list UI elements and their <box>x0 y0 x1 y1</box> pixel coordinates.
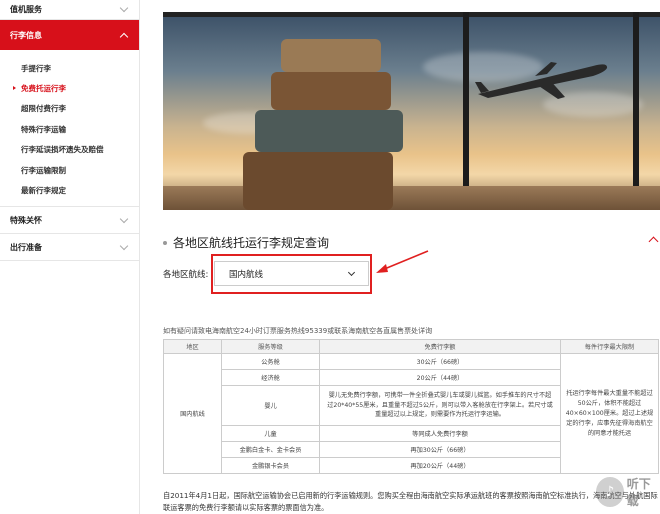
column-header: 每件行李最大限制 <box>560 339 659 354</box>
sidebar-sub-item-restrictions[interactable]: 行李运输限制 <box>0 160 139 180</box>
sidebar-item-special-care[interactable]: 特殊关怀 <box>0 207 139 234</box>
baggage-allowance-table: 地区 服务等级 免费行李额 每件行李最大限制 国内航线 公务舱 30公斤（66磅… <box>163 339 659 474</box>
airplane-illustration <box>475 62 608 99</box>
route-label: 各地区航线: <box>163 270 209 280</box>
allowance-cell: 20公斤（44磅） <box>319 369 561 386</box>
region-cell: 国内航线 <box>163 353 222 474</box>
annotation-highlight-box <box>211 254 372 294</box>
sidebar-sub-item-carry-on[interactable]: 手提行李 <box>0 58 139 78</box>
allowance-cell: 再加30公斤（66磅） <box>319 441 561 458</box>
sidebar-sub-list: 手提行李 免费托运行李 超限付费行李 特殊行李运输 行李延误损坏遗失及赔偿 行李… <box>0 50 139 207</box>
table-header-row: 地区 服务等级 免费行李额 每件行李最大限制 <box>163 339 659 354</box>
class-cell: 公务舱 <box>221 353 320 370</box>
sidebar-item-label: 特殊关怀 <box>10 215 42 225</box>
suitcase-illustration <box>271 72 391 110</box>
max-limit-cell: 托运行李每件最大重量不能超过50公斤，体积不能超过40×60×100厘米。超过上… <box>560 353 659 474</box>
sidebar-item-baggage[interactable]: 行李信息 <box>0 20 139 50</box>
sidebar-sub-item-excess-paid[interactable]: 超限付费行李 <box>0 99 139 119</box>
sidebar-sub-item-delay-damage[interactable]: 行李延误损坏遗失及赔偿 <box>0 140 139 160</box>
class-cell: 儿童 <box>221 425 320 442</box>
chevron-up-icon[interactable] <box>648 236 659 247</box>
section-title-text: 各地区航线托运行李规定查询 <box>173 236 330 250</box>
sidebar: 值机服务 行李信息 手提行李 免费托运行李 超限付费行李 特殊行李运输 行李延误… <box>0 0 140 514</box>
sidebar-item-checkin[interactable]: 值机服务 <box>0 0 139 20</box>
allowance-cell: 30公斤（66磅） <box>319 353 561 370</box>
suitcase-illustration <box>255 110 403 152</box>
section-title: 各地区航线托运行李规定查询 <box>163 234 329 251</box>
sidebar-sub-item-free-checked[interactable]: 免费托运行李 <box>0 78 139 98</box>
chevron-down-icon <box>119 241 129 250</box>
sidebar-item-label: 出行准备 <box>10 242 42 252</box>
help-hint-text: 如有疑问请致电海南航空24小时订票服务热线95339或联系海南航空各直属售票处详… <box>163 327 433 335</box>
sidebar-item-travel-prep[interactable]: 出行准备 <box>0 234 139 261</box>
class-cell: 婴儿 <box>221 385 320 426</box>
suitcase-illustration <box>243 152 393 210</box>
hero-banner-image <box>163 12 660 210</box>
allowance-cell: 婴儿无免费行李额，可携带一件全折叠式婴儿车或婴儿摇篮。如手推车的尺寸不超过20*… <box>319 385 561 426</box>
watermark-text: 听下载 <box>626 477 651 508</box>
class-cell: 金鹏银卡会员 <box>221 457 320 474</box>
allowance-cell: 再加20公斤（44磅） <box>319 457 561 474</box>
chevron-down-icon <box>119 3 129 13</box>
table-row: 国内航线 公务舱 30公斤（66磅） 托运行李每件最大重量不能超过50公斤，体积… <box>163 353 659 474</box>
suitcase-illustration <box>281 39 381 72</box>
class-cell: 金鹏白金卡、金卡会员 <box>221 441 320 458</box>
arrow-icon <box>376 250 429 273</box>
chevron-up-icon <box>119 32 129 41</box>
watermark-logo-icon: ♪ <box>596 477 624 507</box>
allowance-cell: 等同成人免费行李额 <box>319 425 561 442</box>
sidebar-sub-item-special-baggage[interactable]: 特殊行李运输 <box>0 119 139 139</box>
column-header: 免费行李额 <box>319 339 561 354</box>
sidebar-item-label: 值机服务 <box>10 5 42 14</box>
bullet-icon <box>163 240 167 245</box>
column-header: 服务等级 <box>221 339 320 354</box>
chevron-down-icon <box>119 214 129 223</box>
sidebar-sub-item-latest-rules[interactable]: 最新行李规定 <box>0 180 139 200</box>
column-header: 地区 <box>163 339 222 354</box>
watermark: ♪ 听下载 <box>596 470 660 514</box>
footer-note: 自2011年4月1日起，国际航空运输协会已启用新的行李运输规则。您购买全程由海南… <box>163 491 658 512</box>
sidebar-item-label: 行李信息 <box>10 30 42 40</box>
class-cell: 经济舱 <box>221 369 320 386</box>
